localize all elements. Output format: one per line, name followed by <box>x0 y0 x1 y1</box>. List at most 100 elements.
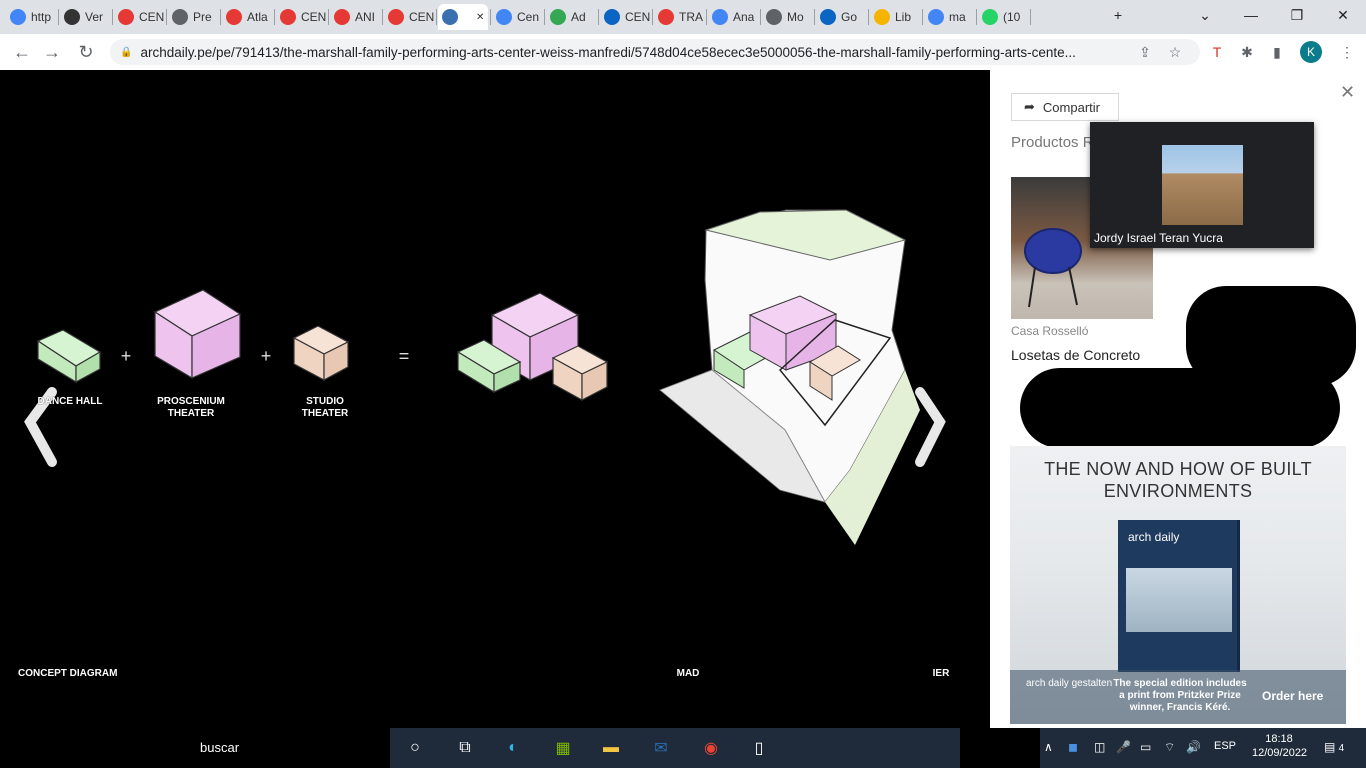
book-brand: arch daily <box>1128 530 1180 544</box>
language-indicator[interactable]: ESP <box>1214 740 1236 752</box>
tab-separator <box>58 9 59 25</box>
taskbar-search[interactable]: buscar <box>200 740 239 755</box>
browser-tab[interactable]: Mo <box>762 4 812 30</box>
video-call-tile[interactable]: Jordy Israel Teran Yucra <box>1090 122 1314 248</box>
mail-icon[interactable]: ✉ <box>648 736 674 760</box>
back-button[interactable]: ← <box>8 39 36 65</box>
task-view-icon[interactable]: ⧉ <box>452 736 478 760</box>
volume-icon[interactable]: 🔊 <box>1186 740 1201 754</box>
extensions-puzzle-icon[interactable]: ✱ <box>1236 41 1258 63</box>
browser-tab[interactable]: Lib <box>870 4 920 30</box>
share-page-icon[interactable]: ⇪ <box>1134 41 1156 63</box>
profile-avatar[interactable]: K <box>1300 41 1322 63</box>
side-panel-icon[interactable]: ▮ <box>1266 41 1288 63</box>
tab-title: Ver <box>85 10 104 24</box>
browser-tab[interactable]: ✕ <box>438 4 488 30</box>
concept-diagram-image: + + = <box>24 209 946 545</box>
browser-tab[interactable]: CEN <box>276 4 326 30</box>
browser-tab[interactable]: Go <box>816 4 866 30</box>
tab-separator <box>274 9 275 25</box>
battery-icon[interactable]: ▭ <box>1140 740 1151 754</box>
tab-title: Go <box>841 10 858 24</box>
target-icon <box>388 9 404 25</box>
browser-tab[interactable]: CEN <box>384 4 434 30</box>
occlusion <box>1186 286 1356 386</box>
clock-date: 12/09/2022 <box>1252 747 1308 759</box>
svg-text:+: + <box>261 346 272 366</box>
browser-tab[interactable]: Cen <box>492 4 542 30</box>
book-cover: arch daily <box>1118 520 1240 672</box>
tab-separator <box>760 9 761 25</box>
share-button[interactable]: ➦ Compartir <box>1011 93 1119 121</box>
building-render <box>659 209 920 545</box>
note-icon <box>874 9 890 25</box>
browser-tab[interactable]: ma <box>924 4 974 30</box>
archdaily-icon <box>64 9 80 25</box>
close-window-button[interactable]: ✕ <box>1320 0 1366 30</box>
clock[interactable]: 18:18 12/09/2022 <box>1252 732 1308 760</box>
close-tab-icon[interactable]: ✕ <box>476 12 484 23</box>
file-explorer-icon[interactable]: ▬ <box>598 736 624 760</box>
tab-separator <box>1030 9 1031 25</box>
menu-kebab-icon[interactable]: ⋮ <box>1336 41 1358 63</box>
tab-title: (10 <box>1003 10 1021 24</box>
browser-tab[interactable]: Atla <box>222 4 272 30</box>
participant-photo <box>1162 145 1243 225</box>
ad-banner[interactable]: THE NOW AND HOW OF BUILT ENVIRONMENTS ar… <box>1010 446 1346 724</box>
lock-icon: 🔒 <box>120 46 133 58</box>
share-label: Compartir <box>1042 99 1100 115</box>
address-bar[interactable]: 🔒 archdaily.pe/pe/791413/the-marshall-fa… <box>110 39 1200 65</box>
cortana-icon[interactable]: ○ <box>402 736 428 760</box>
forward-button[interactable]: → <box>38 39 66 65</box>
target-icon <box>226 9 242 25</box>
studio-label: STUDIO THEATER <box>301 396 349 419</box>
google-icon <box>10 9 26 25</box>
store-icon[interactable]: ▦ <box>550 736 576 760</box>
browser-tab[interactable]: http <box>6 4 56 30</box>
document-app-icon[interactable]: ▯ <box>746 736 772 760</box>
browser-tab[interactable]: Ana <box>708 4 758 30</box>
bookmark-star-icon[interactable]: ☆ <box>1164 41 1186 63</box>
browser-tab[interactable]: CEN <box>600 4 650 30</box>
mic-icon[interactable]: 🎤 <box>1116 740 1131 754</box>
product-name[interactable]: Losetas de Concreto <box>1011 347 1140 363</box>
browser-tab[interactable]: TRA <box>654 4 704 30</box>
order-here-button[interactable]: Order here <box>1262 689 1323 703</box>
browser-tab[interactable]: ANI <box>330 4 380 30</box>
wifi-icon[interactable]: ⌔ <box>1164 740 1175 755</box>
proscenium-box <box>153 289 242 380</box>
products-heading: Productos R <box>1011 134 1094 151</box>
extension-icon[interactable]: T <box>1206 41 1228 63</box>
tab-search-icon[interactable]: ⌄ <box>1182 0 1228 30</box>
close-panel-icon[interactable]: ✕ <box>1340 82 1355 103</box>
browser-tab[interactable]: Ver <box>60 4 110 30</box>
right-caption: IER <box>932 668 950 679</box>
browser-tab[interactable]: Ad <box>546 4 596 30</box>
tab-title: ANI <box>355 10 376 24</box>
tab-separator <box>706 9 707 25</box>
tab-title: ma <box>949 10 966 24</box>
browser-tab[interactable]: (10 <box>978 4 1028 30</box>
dance-hall-box <box>36 329 102 384</box>
reload-button[interactable]: ↻ <box>72 39 100 65</box>
browser-tab[interactable]: CEN <box>114 4 164 30</box>
target-icon <box>118 9 134 25</box>
product-brand[interactable]: Casa Rosselló <box>1011 324 1088 338</box>
zoom-icon[interactable]: ◼ <box>1068 740 1078 754</box>
minimize-button[interactable]: — <box>1228 0 1274 30</box>
meet-tray-icon[interactable]: ◫ <box>1094 740 1105 754</box>
browser-tab[interactable]: Pre <box>168 4 218 30</box>
tab-separator <box>598 9 599 25</box>
tab-separator <box>490 9 491 25</box>
image-viewer: + + = DANCE HALL PROSCENIUM THEATER STUD… <box>0 70 990 728</box>
target-icon <box>334 9 350 25</box>
tray-chevron-icon[interactable]: ∧ <box>1044 740 1053 754</box>
notifications-icon[interactable]: ▤ 4 <box>1324 740 1344 754</box>
new-tab-button[interactable]: + <box>1098 0 1138 30</box>
tab-separator <box>166 9 167 25</box>
chrome-icon[interactable]: ◉ <box>698 736 724 760</box>
edge-icon[interactable]: ◐ <box>500 736 526 760</box>
tab-separator <box>652 9 653 25</box>
maximize-button[interactable]: ❐ <box>1274 0 1320 30</box>
tab-separator <box>112 9 113 25</box>
